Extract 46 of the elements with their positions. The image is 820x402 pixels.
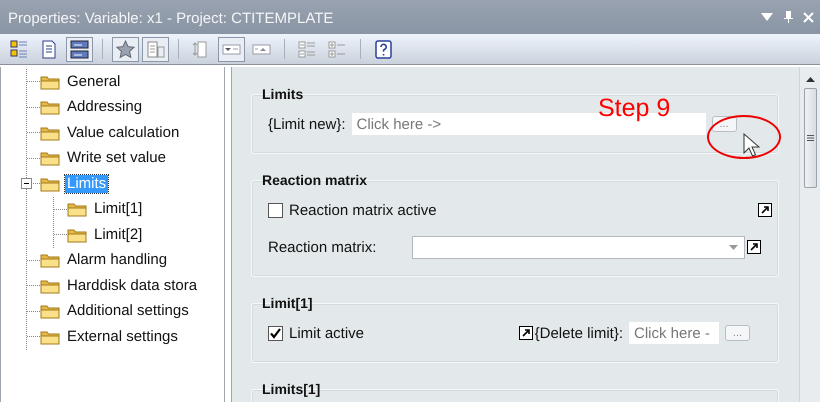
tree-item[interactable]: General [65, 72, 122, 91]
checkbox-label: Limit active [289, 324, 364, 342]
categorized-list-icon [9, 38, 30, 60]
collapse-toggle[interactable] [21, 178, 32, 189]
close-icon[interactable] [803, 12, 814, 22]
help-icon [373, 38, 394, 60]
field-label: {Delete limit}: [534, 324, 623, 342]
grip-icon [806, 135, 814, 141]
down-arrow-field-button[interactable] [218, 36, 245, 62]
document-grid-icon [145, 38, 166, 60]
window-title: Properties: Variable: x1 - Project: CTITEMPLATE [8, 8, 334, 26]
panels-button[interactable] [66, 36, 93, 62]
link-icon[interactable] [518, 326, 533, 340]
checkmark-icon [270, 328, 281, 338]
link-icon[interactable] [758, 203, 772, 217]
caret-icon [729, 244, 738, 250]
tree-item[interactable]: Limit[2] [92, 226, 144, 244]
document-grid-button[interactable] [142, 36, 169, 62]
tree-item[interactable]: Value calculation [65, 124, 182, 142]
pin-icon[interactable] [783, 11, 793, 23]
star-icon [115, 38, 136, 60]
star-button[interactable] [112, 36, 139, 62]
tree-item[interactable]: Harddisk data stora [65, 276, 200, 295]
checkbox[interactable] [268, 326, 283, 340]
tree-item[interactable]: Write set value [65, 149, 168, 168]
panels-icon [69, 38, 90, 60]
section-heading: Reaction matrix [261, 172, 368, 188]
section-heading: Limits[1] [261, 381, 322, 397]
expand-tree-icon [327, 38, 348, 60]
scroll-up-icon[interactable] [806, 77, 814, 82]
field-label: {Limit new}: [268, 116, 346, 132]
tree-item[interactable]: External settings [65, 328, 180, 346]
checkbox-label: Reaction matrix active [289, 202, 437, 218]
dropdown-icon[interactable] [761, 13, 773, 21]
scrollbar-thumb[interactable] [804, 88, 816, 188]
section-heading: Limits [261, 86, 304, 102]
tree-item[interactable]: Addressing [65, 98, 144, 116]
tree-item[interactable]: Limit[1] [92, 200, 144, 218]
field-label: Reaction matrix: [268, 238, 378, 256]
link-icon[interactable] [747, 240, 761, 254]
collapse-tree-icon [297, 38, 318, 60]
tree-item[interactable]: Alarm handling [65, 251, 170, 270]
section-heading: Limit[1] [261, 295, 314, 311]
tree-item[interactable]: Additional settings [65, 302, 191, 320]
click-field[interactable]: Click here - [629, 322, 719, 344]
checkbox[interactable] [268, 202, 283, 218]
